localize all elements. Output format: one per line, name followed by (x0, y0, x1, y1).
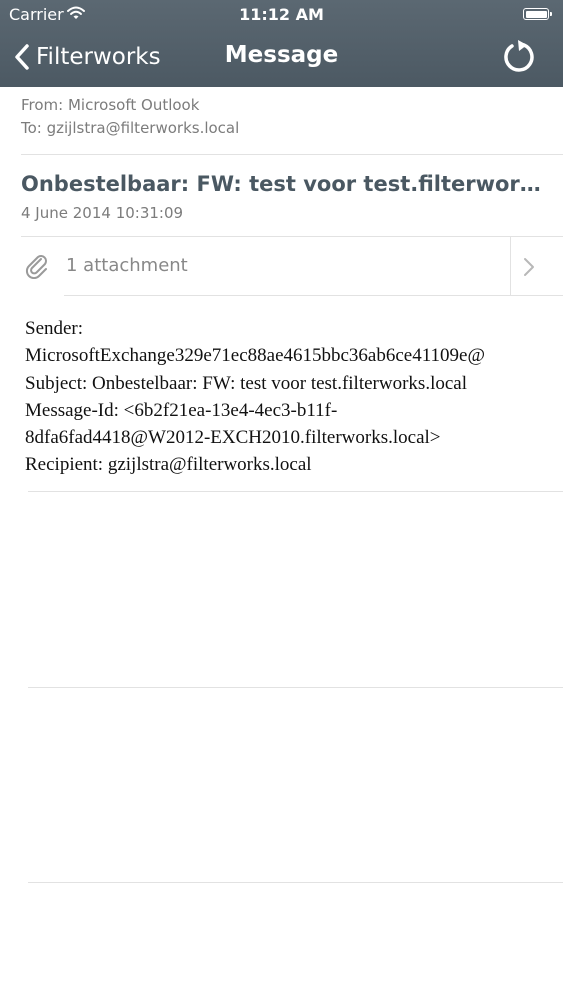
battery-icon (523, 8, 552, 20)
attachments-divider (64, 295, 563, 296)
message-to: To: gzijlstra@filterworks.local (21, 119, 240, 137)
body-line: Message-Id: <6b2f21ea-13e4-4ec3-b11f- (25, 399, 338, 421)
message-date: 4 June 2014 10:31:09 (21, 204, 184, 222)
body-rule (28, 491, 563, 492)
body-line: Sender: (25, 318, 84, 339)
body-line: 8dfa6fad4418@W2012-EXCH2010.filterworks.… (25, 427, 441, 449)
attachments-row[interactable]: 1 attachment (0, 237, 563, 295)
page-title: Message (224, 42, 339, 68)
message-body: Sender: MicrosoftExchange329e71ec88ae461… (25, 315, 560, 479)
status-bar: Carrier 11:12 AM (0, 0, 563, 30)
body-rule (28, 687, 563, 688)
navigation-bar: Carrier 11:12 AM Filterworks Message (0, 0, 563, 87)
body-rule (28, 882, 563, 883)
body-line: Recipient: gzijlstra@filterworks.local (25, 454, 312, 476)
body-line: MicrosoftExchange329e71ec88ae4615bbc36ab… (25, 345, 485, 367)
refresh-button[interactable] (500, 40, 538, 74)
message-subject: Onbestelbaar: FW: test voor test.filterw… (21, 172, 551, 196)
header-divider (21, 154, 563, 155)
status-time: 11:12 AM (239, 5, 324, 24)
paperclip-icon (24, 253, 50, 283)
chevron-right-icon (523, 257, 535, 281)
message-from: From: Microsoft Outlook (21, 96, 200, 114)
attachments-label: 1 attachment (66, 255, 188, 276)
attachments-separator (510, 237, 511, 295)
body-line: Subject: Onbestelbaar: FW: test voor tes… (25, 372, 467, 394)
refresh-icon (504, 40, 534, 72)
